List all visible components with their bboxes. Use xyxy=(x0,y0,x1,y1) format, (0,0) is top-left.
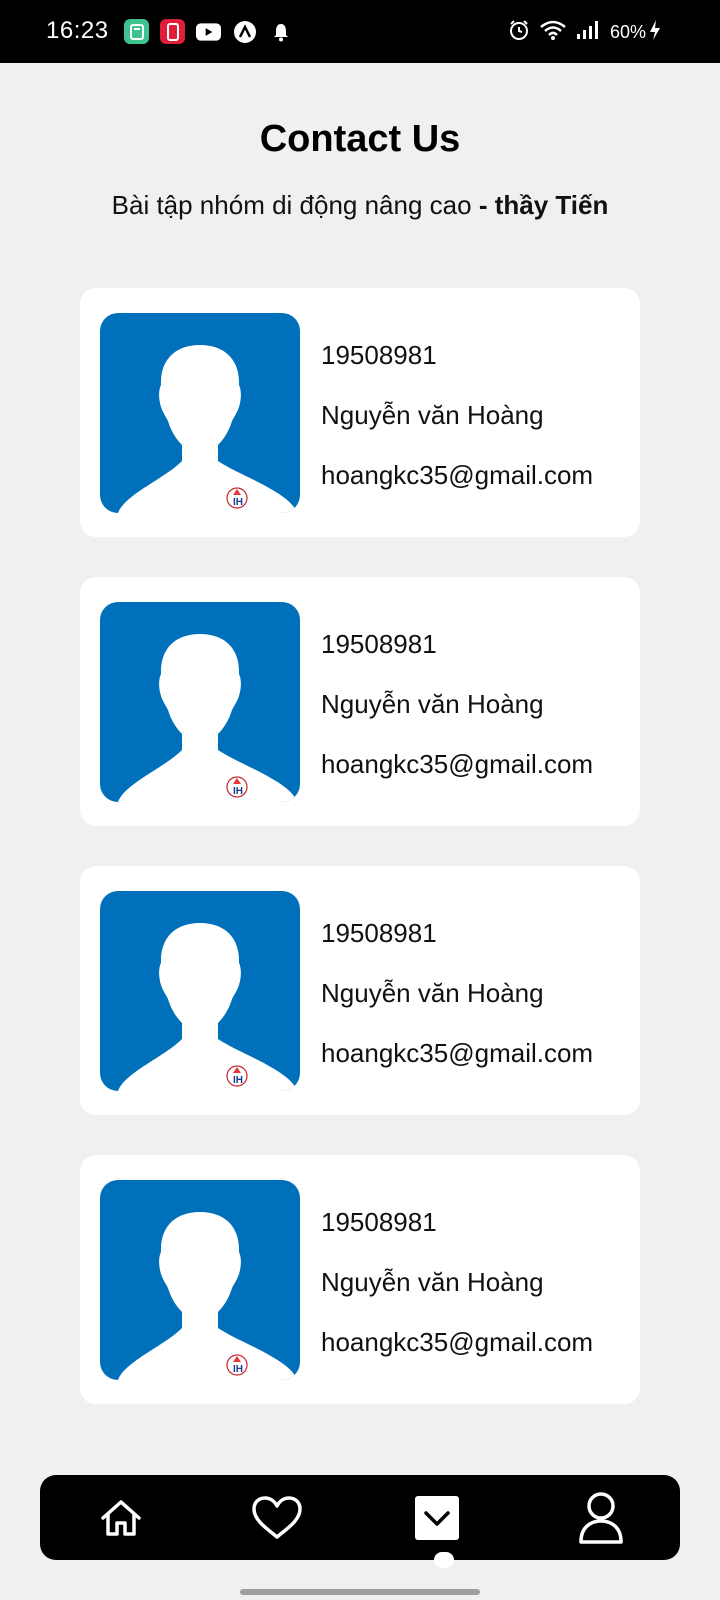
avatar: IH xyxy=(100,891,300,1091)
contact-id: 19508981 xyxy=(321,629,437,659)
svg-text:IH: IH xyxy=(233,1364,243,1375)
contact-name: Nguyễn văn Hoàng xyxy=(321,689,544,719)
signal-icon xyxy=(576,20,600,45)
avatar: IH xyxy=(100,602,300,802)
avatar: IH xyxy=(100,313,300,513)
contact-card[interactable]: IH 19508981 Nguyễn văn Hoàng hoangkc35@g… xyxy=(80,1155,640,1404)
contact-id: 19508981 xyxy=(321,340,437,370)
app-icon xyxy=(232,19,257,44)
active-tab-indicator xyxy=(434,1552,454,1568)
contact-name: Nguyễn văn Hoàng xyxy=(321,400,544,430)
nav-contact-button[interactable] xyxy=(392,1475,482,1560)
status-time: 16:23 xyxy=(46,17,109,44)
wifi-icon xyxy=(540,20,566,45)
contact-id: 19508981 xyxy=(321,918,437,948)
battery-charging-icon xyxy=(648,19,662,46)
user-icon xyxy=(579,1491,623,1544)
svg-text:IH: IH xyxy=(233,786,243,797)
contact-email[interactable]: hoangkc35@gmail.com xyxy=(321,460,593,491)
system-icons: 60% xyxy=(508,19,662,46)
notification-icons xyxy=(124,19,293,44)
nav-profile-button[interactable] xyxy=(556,1475,646,1560)
heart-icon xyxy=(252,1495,302,1539)
phone-app-icon xyxy=(160,19,185,44)
alarm-icon xyxy=(508,19,530,46)
contact-name: Nguyễn văn Hoàng xyxy=(321,1267,544,1297)
nav-favorites-button[interactable] xyxy=(232,1475,322,1560)
subtitle-text: Bài tập nhóm di động nâng cao xyxy=(111,190,472,220)
svg-text:IH: IH xyxy=(233,497,243,508)
bell-icon xyxy=(268,19,293,44)
battery-level: 60% xyxy=(609,22,646,42)
subtitle-teacher: - thầy Tiến xyxy=(478,190,609,220)
calculator-app-icon xyxy=(124,19,149,44)
chevron-down-icon xyxy=(415,1495,459,1540)
page-title: Contact Us xyxy=(259,118,461,160)
contact-name: Nguyễn văn Hoàng xyxy=(321,978,544,1008)
contact-card[interactable]: IH 19508981 Nguyễn văn Hoàng hoangkc35@g… xyxy=(80,866,640,1115)
page-subtitle: Bài tập nhóm di động nâng cao - thầy Tiế… xyxy=(0,190,720,221)
home-icon xyxy=(101,1499,141,1536)
youtube-icon xyxy=(196,19,221,44)
contact-card[interactable]: IH 19508981 Nguyễn văn Hoàng hoangkc35@g… xyxy=(80,577,640,826)
contact-card[interactable]: IH 19508981 Nguyễn văn Hoàng hoangkc35@g… xyxy=(80,288,640,537)
svg-text:IH: IH xyxy=(233,1075,243,1086)
home-indicator[interactable] xyxy=(240,1589,480,1595)
status-bar: 16:23 60% xyxy=(0,0,720,63)
contact-email[interactable]: hoangkc35@gmail.com xyxy=(321,1327,593,1358)
contact-email[interactable]: hoangkc35@gmail.com xyxy=(321,749,593,780)
avatar: IH xyxy=(100,1180,300,1380)
bottom-nav xyxy=(40,1475,680,1560)
contact-email[interactable]: hoangkc35@gmail.com xyxy=(321,1038,593,1069)
nav-home-button[interactable] xyxy=(76,1475,166,1560)
contact-id: 19508981 xyxy=(321,1207,437,1237)
